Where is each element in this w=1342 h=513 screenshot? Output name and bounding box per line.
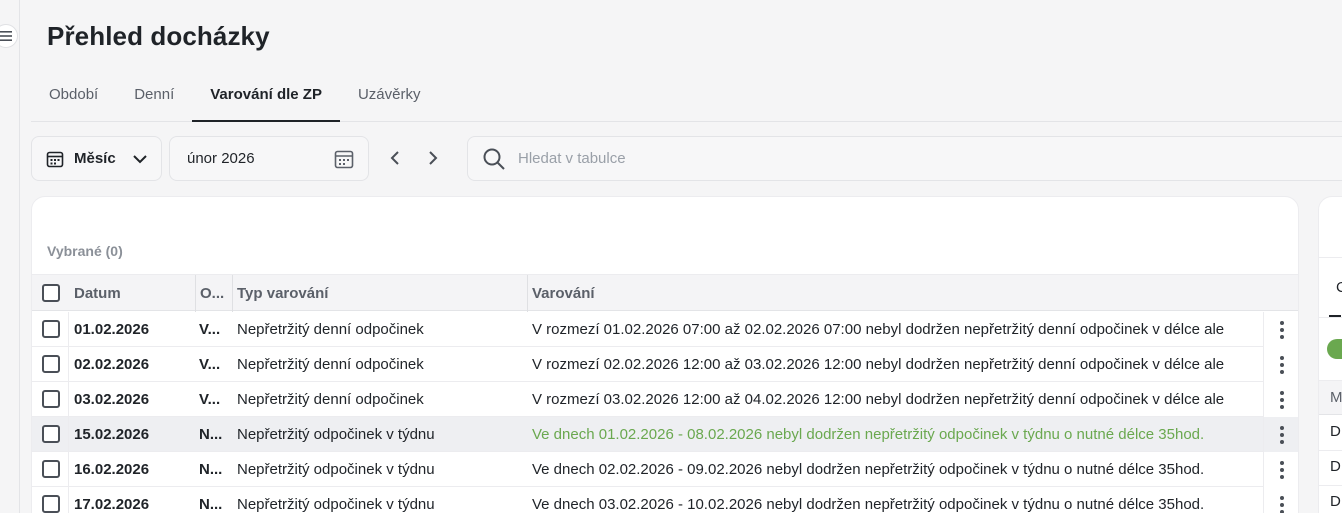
side-tab[interactable]: C <box>1336 279 1342 296</box>
row-actions-button[interactable] <box>1263 312 1298 347</box>
cell-o: N... <box>199 496 223 513</box>
tab-uzaverky[interactable]: Uzávěrky <box>340 76 439 121</box>
cell-datum: 02.02.2026 <box>74 356 150 373</box>
row-separator <box>68 452 69 487</box>
row-actions-button[interactable] <box>1263 487 1298 513</box>
row-separator <box>68 347 69 382</box>
column-header-datum[interactable]: Datum <box>74 275 121 312</box>
row-separator <box>68 312 69 347</box>
chevron-right-icon <box>429 151 438 165</box>
side-cell: D <box>1330 458 1341 475</box>
calendar-grid-icon <box>46 151 64 167</box>
cell-typ-varovani: Nepřetržitý denní odpočinek <box>237 391 424 408</box>
table-search[interactable] <box>467 136 1342 181</box>
table-row[interactable]: 16.02.2026 N... Nepřetržitý odpočinek v tý… <box>32 452 1298 487</box>
more-vertical-icon <box>1280 495 1284 513</box>
cell-varovani: V rozmezí 01.02.2026 07:00 až 02.02.2026… <box>532 321 1225 338</box>
side-cell: D <box>1330 493 1341 510</box>
side-row-divider <box>1319 450 1342 451</box>
period-select-value: Měsíc <box>74 150 116 167</box>
cell-datum: 17.02.2026 <box>74 496 150 513</box>
side-panel: C M D D D <box>1318 196 1342 513</box>
table-header: Datum O... Typ varování Varování <box>32 274 1298 312</box>
column-header-typ-varovani[interactable]: Typ varování <box>232 275 328 312</box>
cell-varovani: Ve dnech 03.02.2026 - 10.02.2026 nebyl d… <box>532 496 1205 513</box>
cell-varovani: Ve dnech 02.02.2026 - 09.02.2026 nebyl d… <box>532 461 1205 478</box>
date-field[interactable]: únor 2026 <box>169 136 369 181</box>
side-divider <box>1319 257 1342 258</box>
side-table-header: M <box>1319 380 1342 415</box>
row-actions-button[interactable] <box>1263 382 1298 417</box>
column-header-varovani[interactable]: Varování <box>527 275 595 312</box>
cell-o: V... <box>199 391 221 408</box>
side-cell: D <box>1330 423 1341 440</box>
cell-typ-varovani: Nepřetržitý odpočinek v týdnu <box>237 496 435 513</box>
row-actions-button[interactable] <box>1263 347 1298 382</box>
calendar-icon[interactable] <box>334 149 354 169</box>
cell-o: N... <box>199 461 223 478</box>
cell-typ-varovani: Nepřetržitý odpočinek v týdnu <box>237 426 435 443</box>
chevron-down-icon <box>133 155 147 164</box>
side-row-divider <box>1319 485 1342 486</box>
side-divider <box>1319 317 1342 318</box>
page-title: Přehled docházky <box>47 21 270 51</box>
row-checkbox[interactable] <box>42 495 60 513</box>
more-vertical-icon <box>1280 425 1284 444</box>
side-toggle-switch[interactable] <box>1327 339 1342 359</box>
table-row[interactable]: 15.02.2026 N... Nepřetržitý odpočinek v tý… <box>32 417 1298 452</box>
table-row[interactable]: 01.02.2026 V... Nepřetržitý denní odpočine… <box>32 312 1298 347</box>
more-vertical-icon <box>1280 355 1284 374</box>
date-field-value: únor 2026 <box>187 150 255 167</box>
tab-obdobi[interactable]: Období <box>31 76 116 121</box>
side-tab-indicator <box>1329 315 1341 317</box>
select-all-checkbox[interactable] <box>42 284 60 302</box>
cell-o: N... <box>199 426 223 443</box>
cell-varovani: V rozmezí 02.02.2026 12:00 až 03.02.2026… <box>532 356 1225 373</box>
tab-denni[interactable]: Denní <box>116 76 192 121</box>
row-checkbox[interactable] <box>42 460 60 478</box>
table-row[interactable]: 17.02.2026 N... Nepřetržitý odpočinek v tý… <box>32 487 1298 513</box>
row-separator <box>68 417 69 452</box>
more-vertical-icon <box>1280 320 1284 339</box>
toolbar: Měsíc únor 2026 <box>31 136 1342 181</box>
cell-datum: 16.02.2026 <box>74 461 150 478</box>
cell-varovani: V rozmezí 03.02.2026 12:00 až 04.02.2026… <box>532 391 1225 408</box>
search-input[interactable] <box>518 150 1018 167</box>
row-separator <box>68 382 69 417</box>
left-rail <box>0 0 20 513</box>
row-checkbox[interactable] <box>42 320 60 338</box>
cell-o: V... <box>199 356 221 373</box>
more-vertical-icon <box>1280 390 1284 409</box>
next-period-button[interactable] <box>423 148 443 168</box>
search-icon <box>483 148 505 170</box>
cell-typ-varovani: Nepřetržitý odpočinek v týdnu <box>237 461 435 478</box>
row-separator <box>68 487 69 513</box>
cell-typ-varovani: Nepřetržitý denní odpočinek <box>237 356 424 373</box>
prev-period-button[interactable] <box>385 148 405 168</box>
row-actions-button[interactable] <box>1263 452 1298 487</box>
more-vertical-icon <box>1280 460 1284 479</box>
selected-count: Vybrané (0) <box>47 243 123 259</box>
row-checkbox[interactable] <box>42 425 60 443</box>
cell-typ-varovani: Nepřetržitý denní odpočinek <box>237 321 424 338</box>
cell-varovani: Ve dnech 01.02.2026 - 08.02.2026 nebyl d… <box>532 426 1205 443</box>
chevron-left-icon <box>390 151 399 165</box>
table-row[interactable]: 03.02.2026 V... Nepřetržitý denní odpočine… <box>32 382 1298 417</box>
cell-datum: 15.02.2026 <box>74 426 150 443</box>
column-header-o[interactable]: O... <box>195 275 224 312</box>
cell-datum: 01.02.2026 <box>74 321 150 338</box>
side-column-header[interactable]: M <box>1330 389 1342 406</box>
table-row[interactable]: 02.02.2026 V... Nepřetržitý denní odpočine… <box>32 347 1298 382</box>
period-select[interactable]: Měsíc <box>31 136 162 181</box>
warnings-table-card: Vybrané (0) Datum O... Typ varování Varo… <box>31 196 1299 513</box>
menu-icon <box>0 31 12 41</box>
cell-o: V... <box>199 321 221 338</box>
tab-bar: Období Denní Varování dle ZP Uzávěrky <box>31 76 1342 122</box>
row-actions-button[interactable] <box>1263 417 1298 452</box>
tab-varovani-dle-zp[interactable]: Varování dle ZP <box>192 76 340 122</box>
row-checkbox[interactable] <box>42 390 60 408</box>
row-checkbox[interactable] <box>42 355 60 373</box>
cell-datum: 03.02.2026 <box>74 391 150 408</box>
